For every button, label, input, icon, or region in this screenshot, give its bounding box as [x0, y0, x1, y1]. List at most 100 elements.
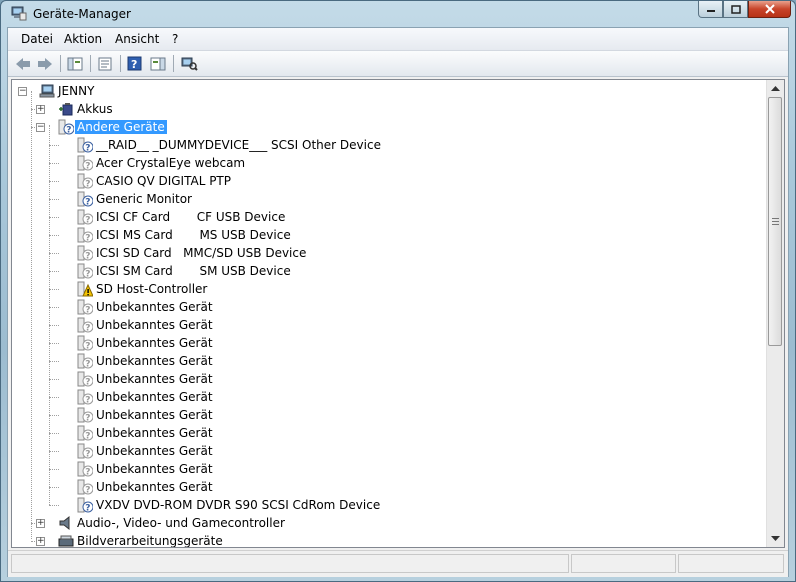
collapse-toggle[interactable]: −	[36, 123, 45, 132]
unknown-device-icon: ?	[77, 425, 93, 441]
device-item[interactable]: ? Unbekanntes Gerät	[12, 370, 752, 388]
device-label: ICSI CF Card CF USB Device	[96, 210, 286, 224]
device-label: Unbekanntes Gerät	[96, 426, 213, 440]
device-label: Unbekanntes Gerät	[96, 354, 213, 368]
window-title: Geräte-Manager	[33, 7, 131, 21]
device-item[interactable]: ? __RAID__ _DUMMYDEVICE___ SCSI Other De…	[12, 136, 752, 154]
device-item[interactable]: ? Unbekanntes Gerät	[12, 316, 752, 334]
tree-category-bildverarbeitung[interactable]: + Bildverarbeitungsgeräte	[12, 532, 752, 548]
category-label: Andere Geräte	[75, 120, 167, 134]
scrollbar-thumb[interactable]	[768, 97, 782, 346]
maximize-button[interactable]	[723, 1, 748, 18]
back-button[interactable]	[14, 55, 32, 72]
device-item[interactable]: ? VXDV DVD-ROM DVDR S90 SCSI CdRom Devic…	[12, 496, 752, 514]
action-pane-button[interactable]	[149, 55, 167, 72]
unknown-device-icon: ?	[77, 227, 93, 243]
device-label: Unbekanntes Gerät	[96, 318, 213, 332]
expand-toggle[interactable]: +	[36, 105, 45, 114]
unknown-device-icon: ?	[77, 155, 93, 171]
forward-button[interactable]	[36, 55, 54, 72]
tree-category-andere-geraete[interactable]: − ? Andere Geräte	[12, 118, 752, 136]
menu-aktion[interactable]: Aktion	[64, 32, 102, 46]
menu-bar: Datei Aktion Ansicht ?	[8, 28, 788, 51]
title-bar[interactable]: Geräte-Manager	[1, 1, 795, 27]
device-item[interactable]: ? ICSI SD Card MMC/SD USB Device	[12, 244, 752, 262]
device-item[interactable]: ? Unbekanntes Gerät	[12, 388, 752, 406]
device-tree[interactable]: − JENNY + Akkus − ? Andere Geräte ? __RA…	[11, 79, 785, 548]
device-label: Unbekanntes Gerät	[96, 390, 213, 404]
vertical-scrollbar[interactable]	[766, 80, 784, 547]
expand-toggle[interactable]: +	[36, 519, 45, 528]
computer-icon	[39, 84, 55, 98]
unknown-device-icon: ?	[77, 461, 93, 477]
svg-text:?: ?	[85, 270, 90, 280]
svg-text:?: ?	[85, 378, 90, 388]
scan-hardware-icon	[181, 57, 198, 71]
tree-category-akkus[interactable]: + Akkus	[12, 100, 752, 118]
device-item[interactable]: ? Unbekanntes Gerät	[12, 442, 752, 460]
device-item[interactable]: ? Unbekanntes Gerät	[12, 424, 752, 442]
scroll-down-button[interactable]	[767, 530, 784, 547]
device-item[interactable]: ? Generic Monitor	[12, 190, 752, 208]
warning-device-icon	[77, 281, 93, 297]
menu-ansicht[interactable]: Ansicht	[115, 32, 159, 46]
device-item[interactable]: SD Host-Controller	[12, 280, 752, 298]
unknown-device-icon: ?	[77, 245, 93, 261]
menu-datei[interactable]: Datei	[21, 32, 53, 46]
svg-text:?: ?	[85, 396, 90, 406]
device-label: Unbekanntes Gerät	[96, 444, 213, 458]
console-tree-button[interactable]	[66, 55, 84, 72]
unknown-device-icon: ?	[77, 263, 93, 279]
close-button[interactable]	[748, 1, 791, 18]
device-item[interactable]: ? Unbekanntes Gerät	[12, 298, 752, 316]
battery-icon	[59, 103, 73, 116]
svg-text:?: ?	[85, 180, 90, 190]
svg-text:?: ?	[66, 126, 71, 136]
device-label: ICSI SM Card SM USB Device	[96, 264, 291, 278]
status-pane-3	[678, 554, 784, 573]
speaker-icon	[59, 515, 70, 531]
device-label: Generic Monitor	[96, 192, 192, 206]
device-item[interactable]: ? Unbekanntes Gerät	[12, 460, 752, 478]
svg-text:?: ?	[85, 450, 90, 460]
scan-hardware-button[interactable]	[180, 55, 198, 72]
scanner-icon	[58, 535, 74, 547]
device-item[interactable]: ? Unbekanntes Gerät	[12, 334, 752, 352]
svg-text:?: ?	[85, 306, 90, 316]
device-item[interactable]: ? CASIO QV DIGITAL PTP	[12, 172, 752, 190]
svg-text:?: ?	[85, 144, 90, 154]
unknown-device-icon: ?	[77, 299, 93, 315]
device-item[interactable]: ? Acer CrystalEye webcam	[12, 154, 752, 172]
menu-help[interactable]: ?	[172, 32, 178, 46]
svg-text:?: ?	[85, 198, 90, 208]
unknown-device-icon: ?	[77, 353, 93, 369]
unknown-device-icon: ?	[77, 317, 93, 333]
expand-toggle[interactable]: +	[36, 537, 45, 546]
collapse-toggle[interactable]: −	[18, 87, 27, 96]
device-item[interactable]: ? ICSI MS Card MS USB Device	[12, 226, 752, 244]
device-item[interactable]: ? Unbekanntes Gerät	[12, 478, 752, 496]
scroll-up-button[interactable]	[767, 80, 784, 97]
minimize-icon	[706, 10, 715, 12]
help-button[interactable]: ?	[126, 55, 144, 72]
tree-category-audio[interactable]: + Audio-, Video- und Gamecontroller	[12, 514, 752, 532]
tree-root[interactable]: − JENNY	[12, 82, 752, 100]
category-label: Audio-, Video- und Gamecontroller	[77, 516, 285, 530]
category-label: Bildverarbeitungsgeräte	[77, 534, 223, 548]
device-label: Unbekanntes Gerät	[96, 462, 213, 476]
device-label: ICSI SD Card MMC/SD USB Device	[96, 246, 307, 260]
forward-arrow-icon	[38, 57, 52, 70]
device-item[interactable]: ? ICSI CF Card CF USB Device	[12, 208, 752, 226]
device-item[interactable]: ? Unbekanntes Gerät	[12, 406, 752, 424]
minimize-button[interactable]	[698, 1, 723, 18]
svg-text:?: ?	[85, 486, 90, 496]
device-label: ICSI MS Card MS USB Device	[96, 228, 291, 242]
device-item[interactable]: ? Unbekanntes Gerät	[12, 352, 752, 370]
properties-button[interactable]	[96, 55, 114, 72]
tree-root-label: JENNY	[58, 84, 95, 98]
properties-icon	[98, 57, 112, 70]
status-pane-main	[11, 554, 569, 573]
svg-text:?: ?	[85, 324, 90, 334]
unknown-device-icon: ?	[77, 335, 93, 351]
device-item[interactable]: ? ICSI SM Card SM USB Device	[12, 262, 752, 280]
